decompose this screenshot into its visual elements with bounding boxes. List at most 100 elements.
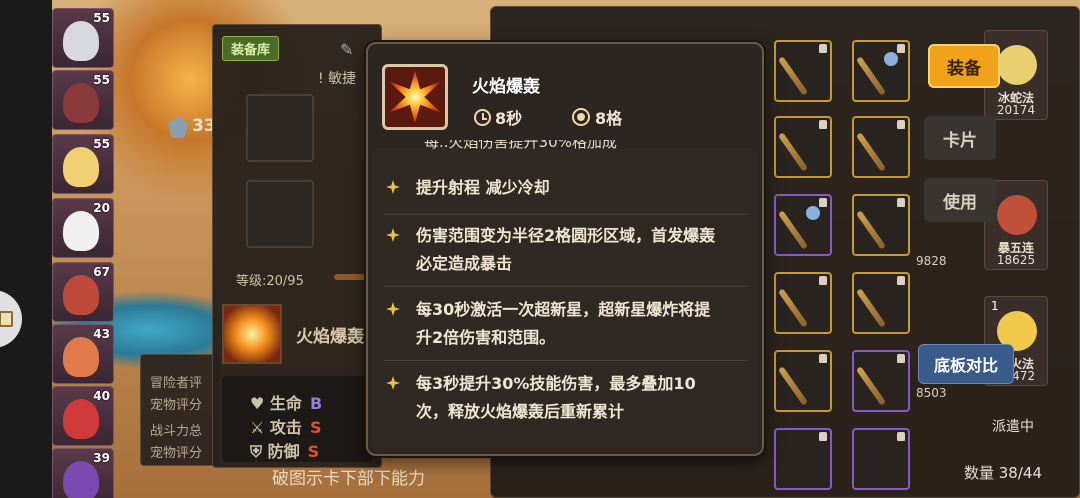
weapon-item[interactable]: [774, 272, 832, 334]
partial-power: 8503: [916, 386, 947, 400]
skill-icon: [382, 64, 448, 130]
staff-icon: [855, 132, 887, 172]
weapon-item[interactable]: [852, 428, 910, 490]
star-icon: [386, 228, 400, 242]
star-icon: [386, 180, 400, 194]
weapon-item[interactable]: [774, 428, 832, 490]
hero-card[interactable]: 67: [52, 262, 114, 322]
weapon-item[interactable]: [852, 40, 910, 102]
star-icon: [386, 376, 400, 390]
stat-grade: S: [309, 418, 322, 437]
adventurer-score-label: 冒险者评: [150, 376, 203, 391]
hero-power: 20174: [996, 103, 1036, 117]
upgrade-item: 每30秒激活一次超新星，超新星爆炸将提升2倍伤害和范围。: [386, 296, 726, 352]
hero-level: 39: [93, 451, 110, 465]
hero-card[interactable]: 55: [52, 70, 114, 130]
weapon-item[interactable]: [852, 194, 910, 256]
lock-icon: [897, 44, 905, 53]
cooldown-meta: 8秒: [474, 105, 522, 129]
weapon-item[interactable]: [774, 194, 832, 256]
weapon-item[interactable]: [852, 116, 910, 178]
bottom-hint: 破图示卡下部下能力: [272, 469, 425, 489]
staff-icon: [777, 56, 809, 96]
stat-hp: ♥ 生命 B: [250, 394, 323, 413]
skill-name: 火焰爆轰: [296, 327, 364, 347]
upgrade-item: 每3秒提升30%技能伤害，最多叠加10次，释放火焰爆轰后重新累计: [386, 370, 726, 426]
hero-level: 67: [93, 265, 110, 279]
armor-slot[interactable]: [246, 180, 314, 248]
equipment-level: 等级:20/95: [236, 274, 304, 289]
lock-icon: [819, 354, 827, 363]
upgrade-item: 伤害范围变为半径2格圆形区域，首发爆轰必定造成暴击: [386, 222, 726, 278]
lock-icon: [819, 432, 827, 441]
compare-button[interactable]: 底板对比: [918, 344, 1014, 384]
hero-portrait: [63, 461, 99, 498]
hero-portrait: [63, 337, 99, 377]
staff-icon: [855, 56, 887, 96]
equipment-library-tag[interactable]: 装备库: [222, 36, 280, 61]
hero-level: 55: [93, 11, 110, 25]
screen-edge: [0, 0, 52, 498]
hero-portrait: [63, 83, 99, 123]
stat-defense: ⛨ 防御 S: [250, 442, 320, 461]
weapon-item[interactable]: [774, 116, 832, 178]
hero-card[interactable]: 55: [52, 8, 114, 68]
stat-grade: B: [309, 394, 323, 413]
clipped-line: 每..火焰伤害提升30%格加成: [424, 140, 617, 151]
hero-portrait: [63, 21, 99, 61]
weapon-slot[interactable]: [246, 94, 314, 162]
lock-icon: [897, 276, 905, 285]
weapon-item[interactable]: [774, 40, 832, 102]
hero-portrait: [63, 211, 99, 251]
card-button[interactable]: 卡片: [924, 116, 996, 160]
hero-card[interactable]: 43: [52, 324, 114, 384]
weapon-item[interactable]: [852, 272, 910, 334]
use-button[interactable]: 使用: [924, 178, 996, 222]
hero-level: 40: [93, 389, 110, 403]
hero-card[interactable]: 40: [52, 386, 114, 446]
stat-grade: S: [307, 442, 320, 461]
staff-icon: [855, 210, 887, 250]
skill-thumbnail[interactable]: [222, 304, 282, 364]
range-meta: 8格: [572, 105, 622, 129]
total-power-label: 战斗力总: [150, 424, 203, 439]
hero-level: 55: [93, 137, 110, 151]
staff-icon: [777, 288, 809, 328]
dispatch-status: 派遣中: [992, 419, 1034, 435]
upgrade-item: 提升射程 减少冷却: [386, 174, 748, 202]
hero-portrait: [63, 399, 99, 439]
weapon-item[interactable]: [774, 350, 832, 412]
lock-icon: [897, 198, 905, 207]
hero-level: 20: [93, 201, 110, 215]
lock-icon: [897, 354, 905, 363]
divider: [384, 214, 748, 215]
staff-icon: [855, 288, 887, 328]
pet-score-label-2: 宠物评分: [150, 446, 203, 461]
stat-attack: ⚔ 攻击 S: [250, 418, 322, 437]
staff-icon: [777, 132, 809, 172]
hero-card[interactable]: 39: [52, 448, 114, 498]
hero-card[interactable]: 20: [52, 198, 114, 258]
gem-icon: [884, 52, 898, 66]
pet-score-label: 宠物评分: [150, 398, 203, 413]
hero-list: 55 55 55 20 67 43 40 39: [52, 0, 116, 498]
hero-portrait: [997, 195, 1037, 235]
target-icon: [572, 108, 590, 126]
staff-icon: [855, 366, 887, 406]
equip-button[interactable]: 装备: [928, 44, 1000, 88]
hero-portrait: [63, 275, 99, 315]
lock-icon: [819, 44, 827, 53]
hero-level: 43: [93, 327, 110, 341]
hero-portrait: [997, 45, 1037, 85]
edit-icon[interactable]: ✎: [340, 40, 353, 59]
gem-icon: [806, 206, 820, 220]
hero-level: 55: [93, 73, 110, 87]
staff-icon: [777, 210, 809, 250]
weapon-item[interactable]: [852, 350, 910, 412]
divider: [384, 286, 748, 287]
star-icon: [386, 302, 400, 316]
lock-icon: [819, 198, 827, 207]
agility-label: ! 敏捷: [318, 71, 357, 87]
lock-icon: [819, 276, 827, 285]
hero-card[interactable]: 55: [52, 134, 114, 194]
